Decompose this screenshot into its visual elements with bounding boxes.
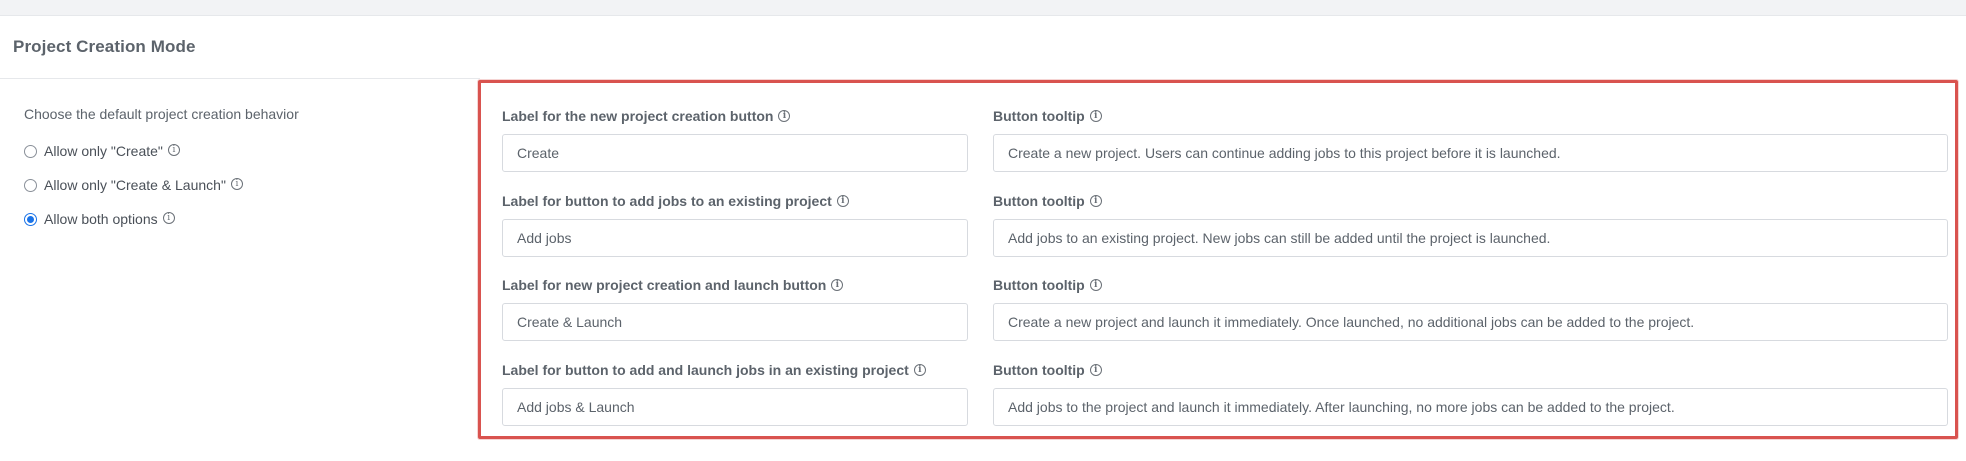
- add-launch-tooltip-input[interactable]: [993, 388, 1948, 426]
- info-circle-icon[interactable]: i: [1089, 279, 1102, 292]
- behavior-prompt: Choose the default project creation beha…: [24, 106, 299, 122]
- field-label-text: Label for new project creation and launc…: [502, 277, 827, 293]
- radio-create-launch-only[interactable]: [24, 178, 37, 192]
- option-both[interactable]: Allow both options i: [24, 202, 464, 236]
- add-launch-tooltip-title: Button tooltip i: [993, 362, 1102, 378]
- create-launch-label-input[interactable]: [502, 303, 968, 341]
- info-circle-icon[interactable]: i: [1089, 364, 1102, 377]
- create-launch-label-title: Label for new project creation and launc…: [502, 277, 844, 293]
- option-label[interactable]: Allow only "Create": [44, 143, 163, 159]
- option-label[interactable]: Allow only "Create & Launch": [44, 177, 226, 193]
- info-circle-icon[interactable]: i: [162, 212, 175, 224]
- info-circle-icon[interactable]: i: [836, 195, 849, 208]
- field-label-text: Label for button to add jobs to an exist…: [502, 193, 832, 209]
- create-launch-tooltip-input[interactable]: [993, 303, 1948, 341]
- info-circle-icon[interactable]: i: [913, 364, 926, 377]
- title-divider: [0, 78, 480, 79]
- info-circle-icon[interactable]: i: [1089, 110, 1102, 123]
- creation-behavior-panel: Choose the default project creation beha…: [24, 106, 464, 236]
- add-jobs-label-title: Label for button to add jobs to an exist…: [502, 193, 849, 209]
- add-jobs-tooltip-input[interactable]: [993, 219, 1948, 257]
- add-jobs-tooltip-title: Button tooltip i: [993, 193, 1102, 209]
- option-create-only[interactable]: Allow only "Create" i: [24, 134, 464, 168]
- option-label[interactable]: Allow both options: [44, 211, 158, 227]
- field-label-text: Label for the new project creation butto…: [502, 108, 774, 124]
- info-circle-icon[interactable]: i: [230, 178, 243, 190]
- button-labels-panel: Label for the new project creation butto…: [478, 80, 1958, 439]
- add-launch-label-input[interactable]: [502, 388, 968, 426]
- info-circle-icon[interactable]: i: [167, 144, 180, 156]
- field-label-text: Button tooltip: [993, 193, 1085, 209]
- section-title: Project Creation Mode: [13, 37, 196, 56]
- field-label-text: Button tooltip: [993, 277, 1085, 293]
- radio-create-only[interactable]: [24, 144, 37, 158]
- field-label-text: Label for button to add and launch jobs …: [502, 362, 909, 378]
- create-label-input[interactable]: [502, 134, 968, 172]
- add-launch-label-title: Label for button to add and launch jobs …: [502, 362, 926, 378]
- create-label-title: Label for the new project creation butto…: [502, 108, 791, 124]
- info-circle-icon[interactable]: i: [831, 279, 844, 292]
- field-label-text: Button tooltip: [993, 362, 1085, 378]
- top-strip: [0, 0, 1966, 16]
- field-label-text: Button tooltip: [993, 108, 1085, 124]
- info-circle-icon[interactable]: i: [778, 110, 791, 123]
- create-tooltip-input[interactable]: [993, 134, 1948, 172]
- create-tooltip-title: Button tooltip i: [993, 108, 1102, 124]
- option-create-launch-only[interactable]: Allow only "Create & Launch" i: [24, 168, 464, 202]
- radio-both[interactable]: [24, 212, 37, 226]
- add-jobs-label-input[interactable]: [502, 219, 968, 257]
- info-circle-icon[interactable]: i: [1089, 195, 1102, 208]
- create-launch-tooltip-title: Button tooltip i: [993, 277, 1102, 293]
